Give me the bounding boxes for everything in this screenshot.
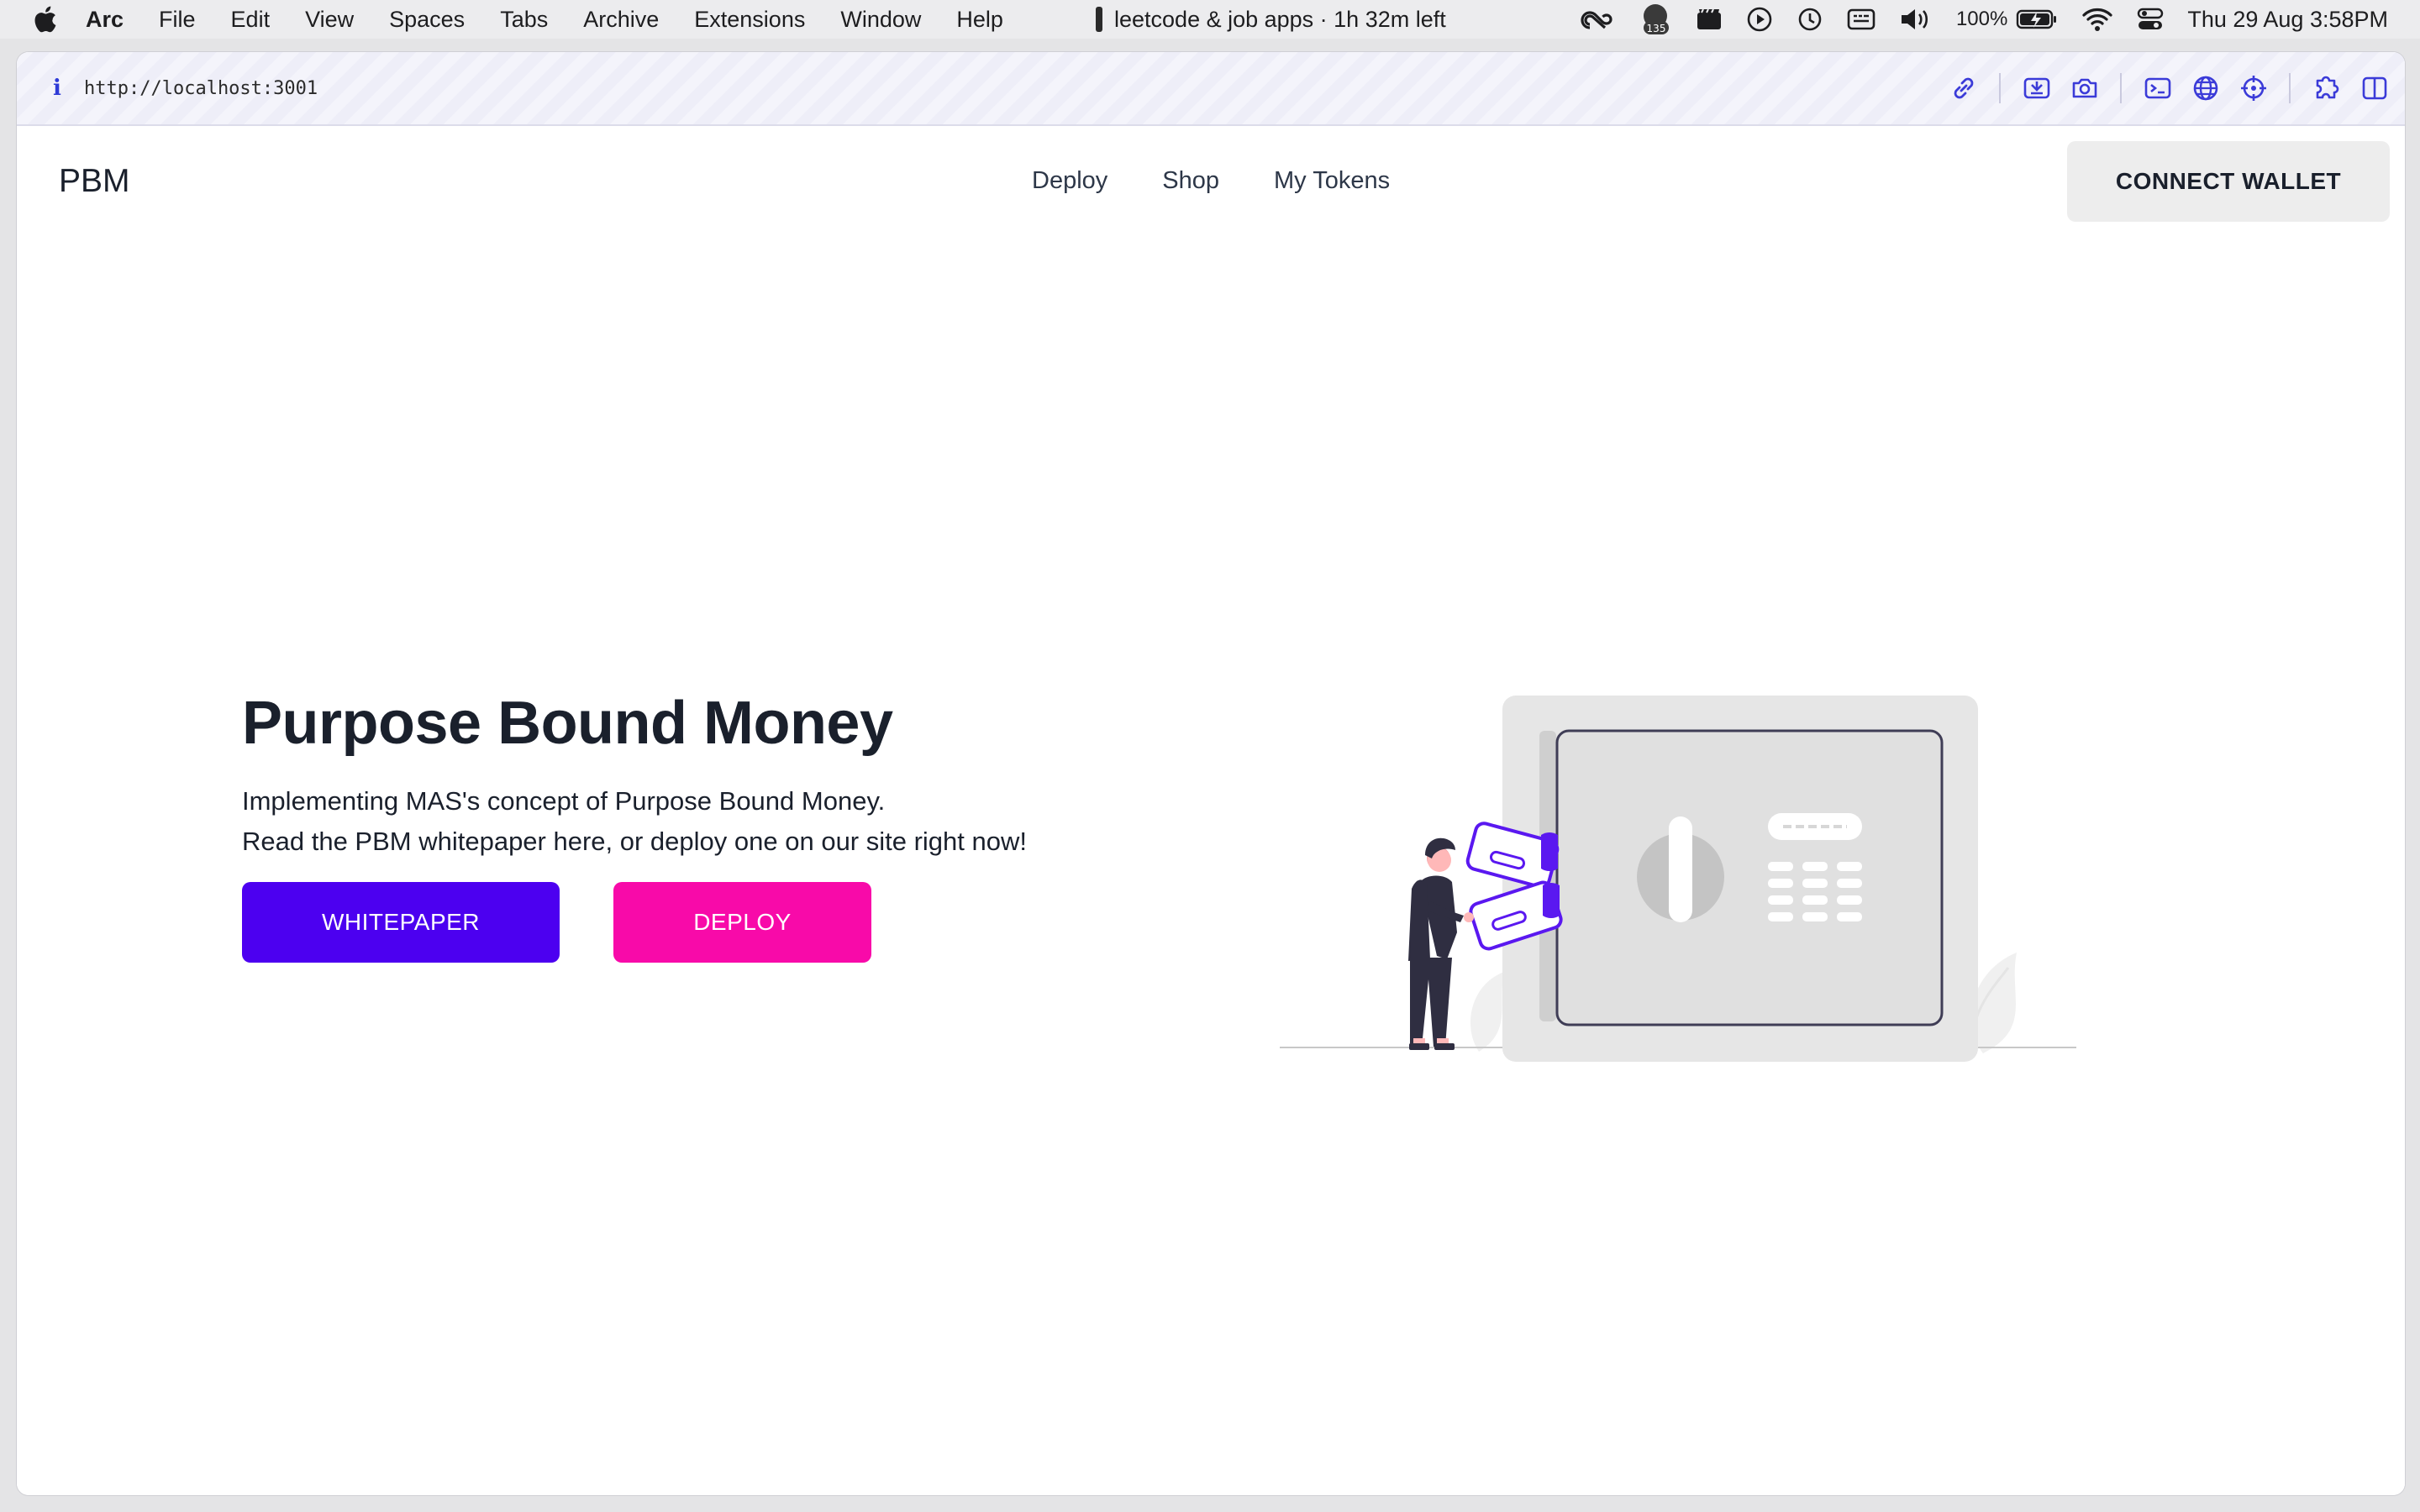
apple-icon[interactable] bbox=[32, 5, 57, 34]
capture-icon[interactable] bbox=[2022, 73, 2052, 103]
nav-link-my-tokens[interactable]: My Tokens bbox=[1274, 167, 1390, 195]
nav-link-deploy[interactable]: Deploy bbox=[1032, 167, 1107, 195]
menu-edit[interactable]: Edit bbox=[231, 7, 271, 33]
hero-section: Purpose Bound Money Implementing MAS's c… bbox=[242, 689, 1027, 963]
extensions-puzzle-icon[interactable] bbox=[2312, 73, 2342, 103]
menu-view[interactable]: View bbox=[305, 7, 354, 33]
wifi-icon[interactable] bbox=[2081, 7, 2113, 32]
web-page: PBM Deploy Shop My Tokens CONNECT WALLET… bbox=[17, 126, 2405, 1495]
time-machine-icon[interactable] bbox=[1797, 6, 1823, 33]
control-center-icon[interactable] bbox=[2137, 7, 2164, 32]
hero-description-line-2: Read the PBM whitepaper here, or deploy … bbox=[242, 827, 1027, 856]
volume-icon[interactable] bbox=[1899, 7, 1933, 32]
menu-app-name[interactable]: Arc bbox=[86, 7, 124, 33]
safe bbox=[1502, 696, 1978, 1062]
menu-tabs[interactable]: Tabs bbox=[500, 7, 548, 33]
menu-extensions[interactable]: Extensions bbox=[694, 7, 805, 33]
deploy-button[interactable]: DEPLOY bbox=[613, 882, 871, 963]
whitepaper-button[interactable]: WHITEPAPER bbox=[242, 882, 560, 963]
menu-help[interactable]: Help bbox=[956, 7, 1003, 33]
site-logo[interactable]: PBM bbox=[59, 163, 130, 200]
notification-badge-icon[interactable]: 135 bbox=[1639, 3, 1672, 36]
focus-timer-label: leetcode & job apps · 1h 32m left bbox=[1114, 6, 1446, 32]
browser-window: i http://localhost:3001 PBM Deploy Shop … bbox=[17, 52, 2405, 1495]
screenshot-camera-icon[interactable] bbox=[2070, 73, 2100, 103]
menubar-clock[interactable]: Thu 29 Aug 3:58PM bbox=[2187, 7, 2388, 33]
url-field[interactable]: http://localhost:3001 bbox=[84, 78, 318, 99]
keyboard-viewer-icon[interactable] bbox=[1847, 8, 1876, 31]
browser-toolbar bbox=[1931, 52, 2390, 124]
safe-illustration bbox=[1260, 690, 2084, 1081]
battery-charging-icon[interactable] bbox=[2016, 8, 2058, 30]
person-figure bbox=[1408, 837, 1474, 1050]
focus-timer-bar-icon bbox=[1096, 7, 1102, 32]
hero-buttons: WHITEPAPER DEPLOY bbox=[242, 882, 1027, 963]
hero-title: Purpose Bound Money bbox=[242, 690, 893, 757]
globe-icon[interactable] bbox=[2191, 73, 2221, 103]
play-icon[interactable] bbox=[1746, 6, 1773, 33]
menu-file[interactable]: File bbox=[159, 7, 196, 33]
focus-timer[interactable]: leetcode & job apps · 1h 32m left bbox=[1096, 0, 1446, 39]
toolbar-divider bbox=[1999, 73, 2001, 103]
nav-links: Deploy Shop My Tokens bbox=[1032, 167, 1444, 195]
hero-description-line-1: Implementing MAS's concept of Purpose Bo… bbox=[242, 786, 886, 816]
clapper-icon[interactable] bbox=[1696, 8, 1723, 31]
creative-cloud-icon[interactable] bbox=[1580, 8, 1615, 31]
menu-archive[interactable]: Archive bbox=[583, 7, 659, 33]
toolbar-divider bbox=[2289, 73, 2291, 103]
menu-window[interactable]: Window bbox=[840, 7, 921, 33]
site-navbar: PBM Deploy Shop My Tokens CONNECT WALLET bbox=[17, 126, 2405, 239]
terminal-icon[interactable] bbox=[2143, 73, 2173, 103]
menu-bar: Arc File Edit View Spaces Tabs Archive E… bbox=[0, 0, 2420, 39]
address-bar: i http://localhost:3001 bbox=[17, 52, 2405, 126]
menu-spaces[interactable]: Spaces bbox=[389, 7, 465, 33]
toolbar-divider bbox=[2120, 73, 2122, 103]
battery-percentage: 100% bbox=[1955, 8, 2008, 30]
copy-link-icon[interactable] bbox=[1949, 73, 1979, 103]
connect-wallet-button[interactable]: CONNECT WALLET bbox=[2067, 141, 2390, 222]
target-crosshair-icon[interactable] bbox=[2238, 73, 2269, 103]
split-view-icon[interactable] bbox=[2360, 73, 2390, 103]
notification-count: 135 bbox=[1646, 23, 1665, 34]
nav-link-shop[interactable]: Shop bbox=[1162, 167, 1219, 195]
site-info-icon[interactable]: i bbox=[47, 76, 67, 101]
